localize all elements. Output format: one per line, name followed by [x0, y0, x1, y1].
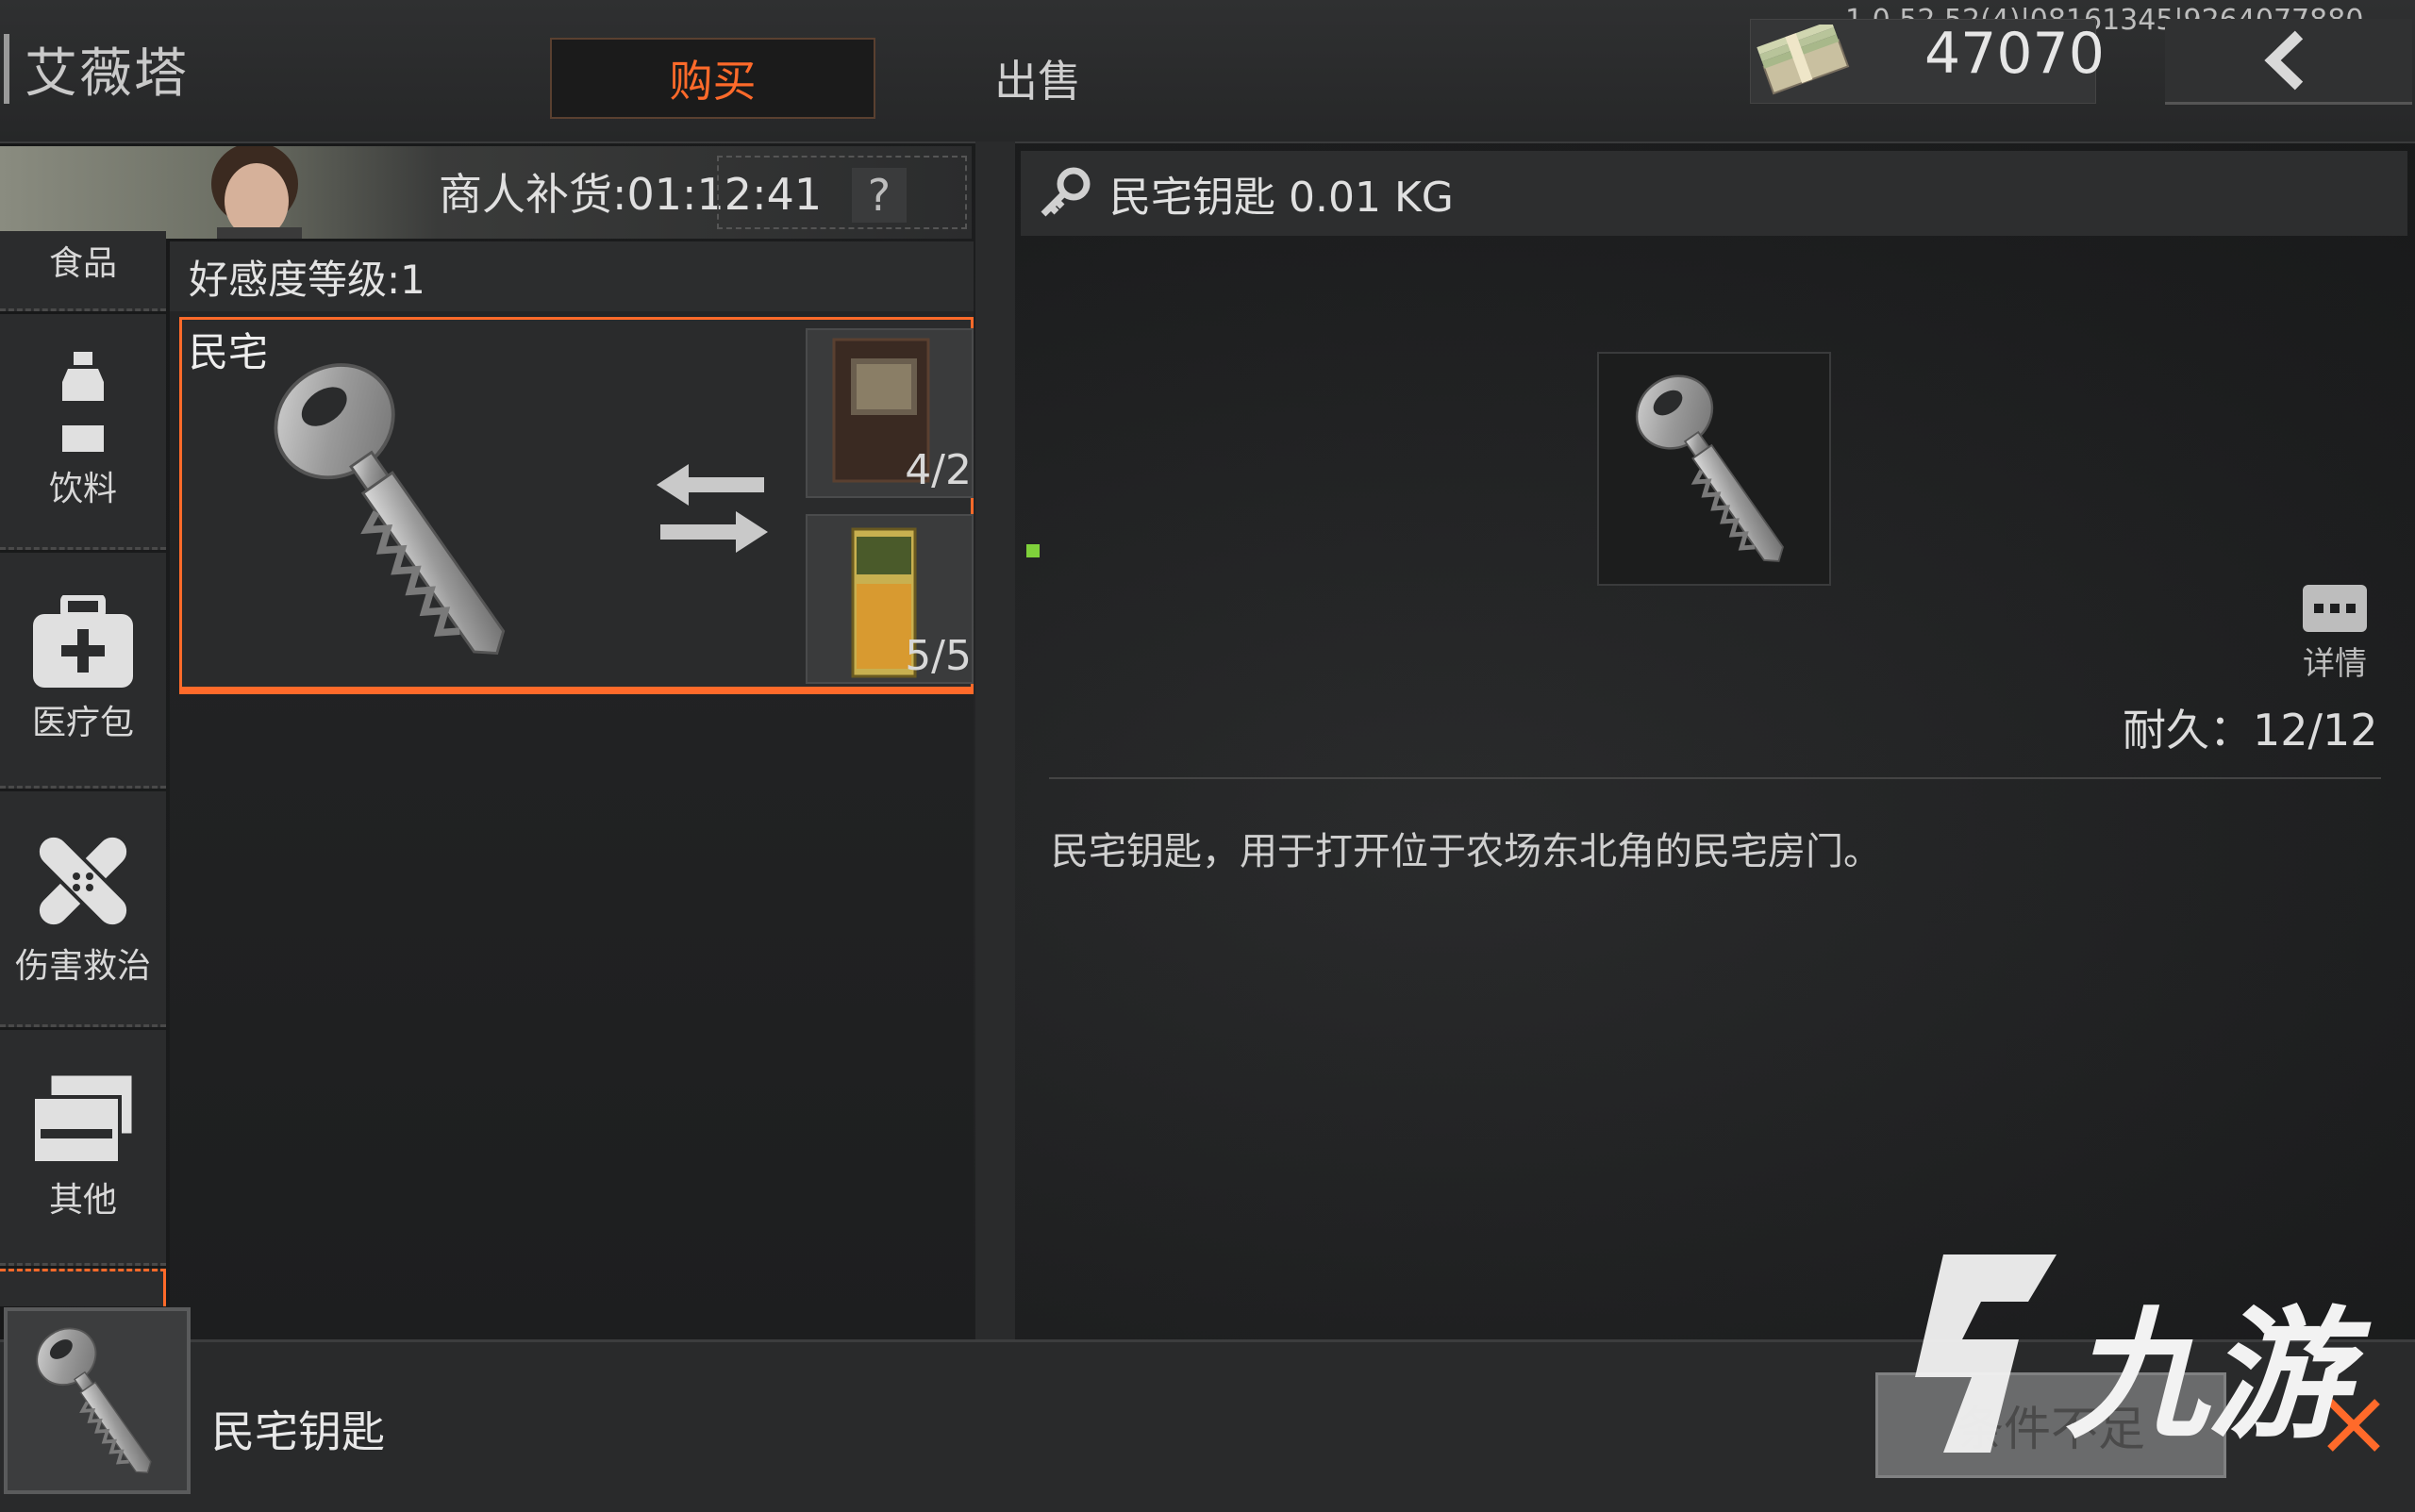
status-indicator — [1026, 544, 1040, 557]
item-detail-header: 民宅钥匙 0.01 KG — [1021, 151, 2407, 236]
requirement-slot-snack[interactable]: 5/5 — [806, 514, 974, 684]
category-other[interactable]: 其他 — [0, 1030, 166, 1266]
category-medkit-label: 医疗包 — [31, 703, 134, 742]
close-button[interactable] — [2302, 1372, 2406, 1478]
swap-arrows-icon — [657, 464, 768, 553]
durability: 耐久：12/12 — [2123, 696, 2378, 758]
details-label: 详情 — [2303, 645, 2367, 683]
npc-name: 艾薇塔 — [0, 26, 189, 111]
item-weight: 0.01 KG — [1289, 174, 1454, 222]
cash-stack-icon — [1757, 25, 1850, 95]
requirement-count-1: 4/2 — [905, 446, 972, 494]
key-detail-icon — [1599, 354, 1829, 584]
requirement-count-2: 5/5 — [905, 632, 972, 680]
item-description: 民宅钥匙，用于打开位于农场东北角的民宅房门。 — [1051, 830, 1881, 873]
key-icon — [1041, 167, 1091, 217]
category-drinks-label: 饮料 — [48, 469, 117, 508]
requirement-slot-book[interactable]: 4/2 — [806, 328, 974, 498]
details-button[interactable]: 详情 — [2292, 585, 2377, 684]
category-drinks[interactable]: 饮料 — [0, 314, 166, 550]
item-name: 民宅钥匙 — [1109, 174, 1275, 222]
selected-item-name: 民宅钥匙 — [211, 1406, 385, 1457]
category-injury[interactable]: 伤害救治 — [0, 791, 166, 1027]
item-detail-image — [1597, 352, 1831, 586]
merchant-portrait — [211, 146, 302, 239]
medkit-icon — [33, 594, 133, 688]
bandage-icon — [35, 833, 131, 928]
category-other-label: 其他 — [48, 1180, 117, 1220]
item-detail-title: 民宅钥匙 0.01 KG — [1109, 163, 1454, 224]
help-button[interactable]: ? — [852, 168, 907, 223]
durability-value: 12/12 — [2253, 705, 2378, 756]
key-thumbnail-icon — [8, 1311, 187, 1490]
cards-icon — [31, 1072, 135, 1165]
tab-sell[interactable]: 出售 — [934, 38, 1141, 119]
category-food-label: 食品 — [48, 244, 117, 283]
selected-item-thumbnail — [4, 1307, 191, 1494]
more-dots-icon — [2303, 585, 2367, 632]
category-medkit[interactable]: 医疗包 — [0, 553, 166, 789]
npc-name-label: 艾薇塔 — [25, 42, 189, 105]
money-amount: 47070 — [1924, 21, 2105, 87]
category-food[interactable]: 食品 — [0, 231, 166, 311]
category-injury-label: 伤害救治 — [14, 946, 151, 986]
key-item-icon — [217, 330, 575, 689]
category-scroll-indicator — [0, 1269, 166, 1306]
favor-level: 好感度等级:1 — [170, 241, 974, 311]
restock-label: 商人补货: — [439, 169, 627, 220]
tab-buy[interactable]: 购买 — [550, 38, 875, 119]
bottle-icon — [62, 351, 104, 452]
durability-label: 耐久： — [2123, 705, 2253, 756]
chevron-left-icon — [2264, 30, 2304, 91]
back-button[interactable] — [2165, 19, 2412, 105]
title-accent-bar — [4, 34, 9, 104]
restock-box — [717, 156, 967, 229]
close-icon — [2327, 1399, 2380, 1452]
detail-divider — [1049, 777, 2381, 779]
buy-action-button[interactable]: 条件不足 — [1875, 1372, 2226, 1478]
panel-divider — [975, 141, 1015, 1339]
